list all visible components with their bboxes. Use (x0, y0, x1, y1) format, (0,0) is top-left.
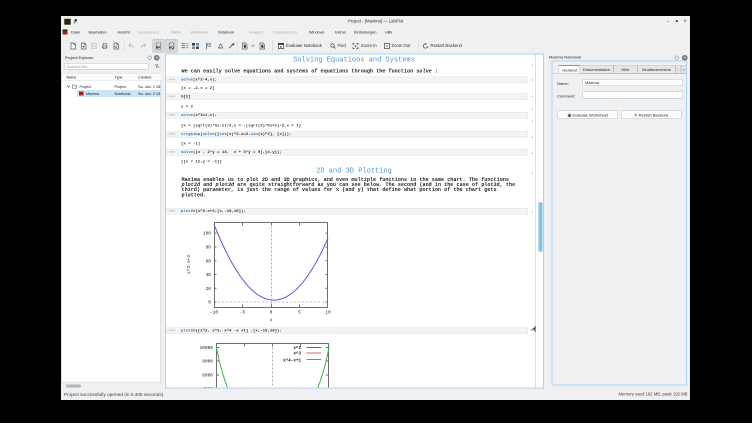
svg-text:10: 10 (325, 310, 331, 316)
svg-text:5: 5 (298, 310, 301, 316)
svg-text:8000: 8000 (202, 359, 213, 365)
svg-text:x^2-x+3: x^2-x+3 (186, 255, 192, 274)
svg-text:100: 100 (203, 231, 211, 237)
svg-text:0: 0 (208, 300, 211, 306)
svg-text:10000: 10000 (199, 345, 213, 351)
svg-text:x^3: x^3 (293, 352, 301, 357)
svg-text:20: 20 (206, 286, 212, 292)
svg-text:-5: -5 (240, 310, 246, 316)
svg-text:-10: -10 (210, 310, 218, 316)
svg-text:6000: 6000 (202, 373, 213, 379)
svg-text:x^4-x+1: x^4-x+1 (283, 359, 301, 364)
svg-text:0: 0 (270, 310, 273, 316)
svg-text:x: x (270, 318, 273, 323)
svg-text:40: 40 (206, 272, 212, 278)
svg-text:60: 60 (206, 258, 212, 264)
svg-text:4000: 4000 (202, 386, 213, 388)
svg-text:80: 80 (206, 245, 212, 251)
svg-text:x^2: x^2 (293, 346, 301, 351)
